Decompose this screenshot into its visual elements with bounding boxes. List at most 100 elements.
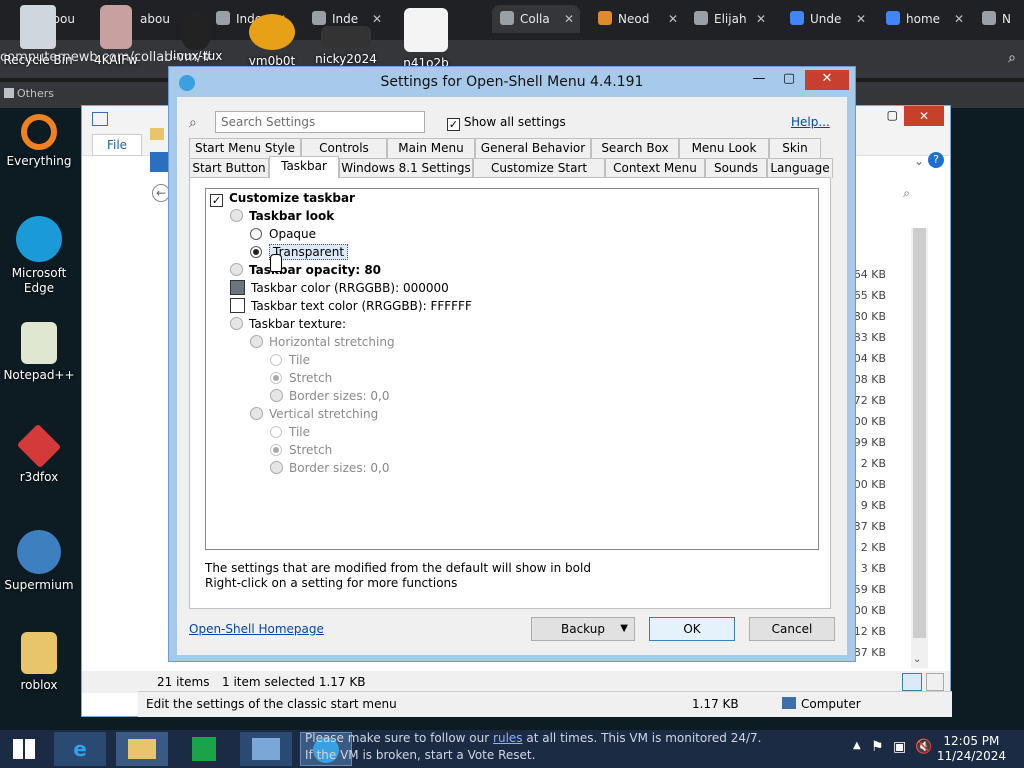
open-shell-homepage-link[interactable]: Open-Shell Homepage <box>189 622 324 636</box>
taskbar-control-panel[interactable] <box>240 732 292 766</box>
cancel-button[interactable]: Cancel <box>749 617 835 641</box>
volume-muted-icon[interactable]: 🔇 <box>915 739 932 755</box>
desktop-icon-4kaifw[interactable]: 4KAIFw <box>78 5 154 68</box>
backup-button[interactable]: Backup ▼ <box>531 617 635 641</box>
large-icons-view-icon[interactable] <box>926 673 944 691</box>
horizontal-stretch-radio[interactable]: Stretch <box>270 369 332 387</box>
tab-context-menu[interactable]: Context Menu <box>605 158 705 178</box>
taskbar-opacity-setting[interactable]: Taskbar opacity: 80 <box>230 261 381 279</box>
details-view-icon[interactable] <box>902 673 922 691</box>
desktop-icon-roblox[interactable]: roblox <box>1 632 77 693</box>
bookmark-others[interactable]: Others <box>17 87 54 100</box>
file-size-cell: 9 KB <box>860 499 886 512</box>
browser-tab[interactable]: home ✕ <box>886 5 964 33</box>
customize-taskbar-checkbox[interactable]: ✓ Customize taskbar <box>210 189 355 207</box>
clock[interactable]: 12:05 PM 11/24/2024 <box>937 734 1006 764</box>
tab-start-menu-style[interactable]: Start Menu Style <box>189 138 301 158</box>
taskbar-file-explorer[interactable] <box>116 732 168 766</box>
transparent-radio[interactable]: Transparent <box>250 243 349 261</box>
desktop-icon-notepad-plus[interactable]: Notepad++ <box>1 322 77 383</box>
status-description: Edit the settings of the classic start m… <box>146 697 397 711</box>
scroll-down-icon[interactable]: ⌄ <box>913 654 921 665</box>
horizontal-tile-radio[interactable]: Tile <box>270 351 310 369</box>
tab-taskbar[interactable]: Taskbar <box>269 156 339 178</box>
taskbar-texture-setting[interactable]: Taskbar texture: <box>230 315 346 333</box>
close-tab-icon[interactable]: ✕ <box>954 5 964 33</box>
radio-unchecked-icon[interactable] <box>270 426 282 438</box>
browser-tab[interactable]: Neod ✕ <box>598 5 678 33</box>
tab-general-behavior[interactable]: General Behavior <box>475 138 591 158</box>
checkbox-checked-icon[interactable]: ✓ <box>210 194 223 207</box>
opaque-radio[interactable]: Opaque <box>250 225 316 243</box>
taskbar-text-color-setting[interactable]: Taskbar text color (RRGGBB): FFFFFF <box>230 297 472 315</box>
flag-icon[interactable]: ⚑ <box>871 739 884 755</box>
radio-checked-icon[interactable] <box>270 372 282 384</box>
tab-favicon-icon <box>982 11 996 25</box>
zoom-icon[interactable]: ⌕ <box>1008 50 1016 66</box>
explorer-scrollbar[interactable] <box>911 228 928 668</box>
tab-start-button[interactable]: Start Button <box>189 158 269 178</box>
tab-menu-look[interactable]: Menu Look <box>679 138 769 158</box>
radio-checked-icon[interactable] <box>250 246 262 258</box>
close-button[interactable]: ✕ <box>805 70 849 90</box>
setting-gear-icon <box>270 389 283 402</box>
help-link[interactable]: Help... <box>791 115 830 129</box>
show-hidden-icons-icon[interactable]: ▲ <box>853 740 861 751</box>
ok-button[interactable]: OK <box>649 617 735 641</box>
help-icon[interactable]: ? <box>928 152 944 168</box>
browser-tab[interactable]: Elijah ✕ <box>694 5 766 33</box>
rules-link[interactable]: rules <box>493 731 523 745</box>
desktop-icon-recycle-bin[interactable]: Recycle Bin <box>0 5 76 68</box>
color-swatch[interactable] <box>230 298 245 313</box>
tab-customize-start-menu[interactable]: Customize Start Menu <box>473 158 605 194</box>
scrollbar-thumb[interactable] <box>913 228 926 638</box>
desktop-icon-everything[interactable]: Everything <box>1 114 77 169</box>
radio-unchecked-icon[interactable] <box>250 228 262 240</box>
vertical-stretch-radio[interactable]: Stretch <box>270 441 332 459</box>
close-tab-icon[interactable]: ✕ <box>856 5 866 33</box>
search-icon[interactable]: ⌕ <box>903 186 910 201</box>
desktop-icon-supermium[interactable]: Supermium <box>1 530 77 593</box>
tab-controls[interactable]: Controls <box>301 138 387 158</box>
file-size-cell: 2 KB <box>860 541 886 554</box>
taskbar-internet-explorer[interactable]: e <box>54 732 106 766</box>
browser-tab[interactable]: Unde ✕ <box>790 5 866 33</box>
taskbar-color-setting[interactable]: Taskbar color (RRGGBB): 000000 <box>230 279 449 297</box>
horizontal-border-sizes[interactable]: Border sizes: 0,0 <box>270 387 390 405</box>
taskbar-store[interactable] <box>178 732 230 766</box>
desktop-icon-r3dfox[interactable]: r3dfox <box>1 423 77 485</box>
browser-tab-active[interactable]: Colla ✕ <box>492 5 580 33</box>
radio-checked-icon[interactable] <box>270 444 282 456</box>
radio-unchecked-icon[interactable] <box>270 354 282 366</box>
desktop-icon-n41o2b[interactable]: n41o2b <box>388 8 464 71</box>
desktop-icon-vm0b0t[interactable]: vm0b0t <box>234 14 310 69</box>
maximize-icon[interactable]: ▢ <box>887 108 898 122</box>
start-button[interactable] <box>0 732 48 766</box>
color-swatch[interactable] <box>230 280 245 295</box>
maximize-button[interactable]: ▢ <box>775 70 803 90</box>
minimize-button[interactable]: — <box>745 70 773 90</box>
chevron-down-icon[interactable]: ⌄ <box>914 154 924 168</box>
checkbox-checked-icon[interactable]: ✓ <box>447 118 460 131</box>
show-all-settings-checkbox[interactable]: ✓ Show all settings <box>447 115 566 131</box>
tab-skin[interactable]: Skin <box>769 138 821 158</box>
tab-sounds[interactable]: Sounds <box>705 158 767 178</box>
tab-main-menu[interactable]: Main Menu <box>387 138 475 158</box>
desktop-icon-nicky2024[interactable]: nicky2024 <box>308 26 384 67</box>
vertical-tile-radio[interactable]: Tile <box>270 423 310 441</box>
tab-search-box[interactable]: Search Box <box>591 138 679 158</box>
vertical-border-sizes[interactable]: Border sizes: 0,0 <box>270 459 390 477</box>
file-tab[interactable]: File <box>92 134 142 156</box>
desktop-icon-linux-tux[interactable]: linux-tux <box>158 10 234 64</box>
close-tab-icon[interactable]: ✕ <box>564 5 574 33</box>
search-settings-input[interactable] <box>215 111 425 133</box>
tab-windows-81-settings[interactable]: Windows 8.1 Settings <box>339 158 473 178</box>
tab-language[interactable]: Language <box>767 158 833 178</box>
close-tab-icon[interactable]: ✕ <box>668 5 678 33</box>
folder-icon <box>128 739 156 759</box>
desktop-icon-edge[interactable]: Microsoft Edge <box>1 216 77 296</box>
close-icon[interactable]: ✕ <box>904 106 944 126</box>
close-tab-icon[interactable]: ✕ <box>756 5 766 33</box>
network-icon[interactable]: ▣ <box>893 739 906 755</box>
browser-tab[interactable]: N <box>982 5 1022 33</box>
